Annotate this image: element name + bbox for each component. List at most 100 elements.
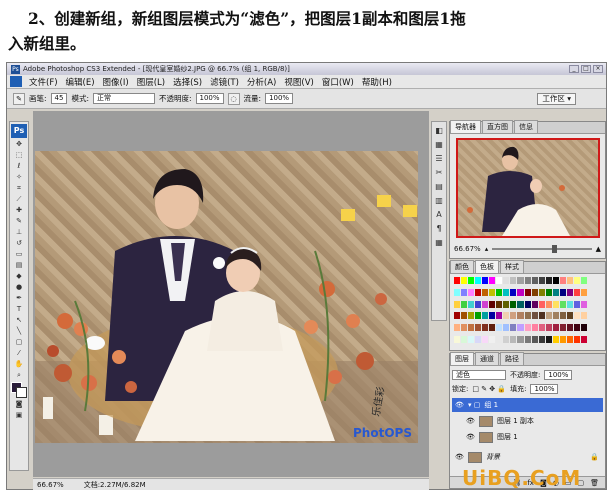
color-swatch[interactable] [566,288,573,296]
color-swatch[interactable] [552,336,559,344]
color-swatch[interactable] [475,312,482,320]
color-swatch[interactable] [454,288,461,296]
lasso-tool-icon[interactable]: ℓ [12,162,26,171]
healing-brush-icon[interactable]: ✚ [12,206,26,215]
color-swatch[interactable] [552,288,559,296]
color-swatch[interactable] [468,324,475,332]
minimize-button[interactable]: _ [569,65,579,73]
quickmask-icon[interactable]: ◙ [12,400,26,409]
color-swatch[interactable] [580,300,587,308]
color-swatch[interactable] [503,336,510,344]
color-swatch[interactable] [538,300,545,308]
color-swatch[interactable] [461,277,468,284]
marquee-tool-icon[interactable]: ⬚ [12,151,26,160]
menu-window[interactable]: 窗口(W) [318,76,358,88]
color-swatch[interactable] [510,336,517,344]
color-swatch[interactable] [524,324,531,332]
panel-icon-2[interactable]: ▦ [435,140,443,149]
color-swatch[interactable] [496,312,503,320]
crop-tool-icon[interactable]: ⌗ [12,184,26,193]
eye-icon[interactable]: 👁 [455,401,464,409]
color-swatch[interactable] [538,336,545,344]
panel-icon-1[interactable]: ◧ [435,126,443,135]
menu-help[interactable]: 帮助(H) [358,76,396,88]
color-swatch[interactable] [454,312,461,320]
type-tool-icon[interactable]: T [12,305,26,314]
color-swatch[interactable] [503,324,510,332]
color-swatch[interactable] [503,300,510,308]
tab-info[interactable]: 信息 [514,120,538,133]
color-swatch[interactable] [454,336,461,344]
color-swatch[interactable] [461,288,468,296]
zoom-slider-handle[interactable] [551,245,557,253]
trash-icon[interactable]: 🗑 [590,479,599,487]
color-swatch[interactable] [468,336,475,344]
color-swatch[interactable] [531,336,538,344]
eye-icon[interactable]: 👁 [466,417,475,425]
color-swatch[interactable] [531,277,538,284]
color-swatch[interactable] [482,312,489,320]
color-swatch[interactable] [517,324,524,332]
color-swatch[interactable] [503,312,510,320]
color-swatch[interactable] [454,300,461,308]
menu-file[interactable]: 文件(F) [25,76,62,88]
background-color[interactable] [16,387,27,398]
color-swatch[interactable] [573,277,580,284]
color-swatch[interactable] [510,288,517,296]
color-swatch[interactable] [475,324,482,332]
color-swatch[interactable] [566,324,573,332]
layer-row-copy[interactable]: 👁 图层 1 副本 [452,414,603,428]
color-swatch[interactable] [573,312,580,320]
color-swatch[interactable] [538,288,545,296]
color-swatch[interactable] [573,288,580,296]
color-swatch[interactable] [531,288,538,296]
color-swatch[interactable] [580,277,587,284]
color-swatch[interactable] [524,312,531,320]
panel-icon-6[interactable]: ▥ [435,196,443,205]
color-swatch[interactable] [489,324,496,332]
color-swatch[interactable] [496,324,503,332]
color-swatch[interactable] [580,336,587,344]
menu-image[interactable]: 图像(I) [99,76,133,88]
eye-icon[interactable]: 👁 [466,433,475,441]
zoom-in-icon[interactable]: ▲ [596,245,601,253]
close-button[interactable]: × [593,65,603,73]
zoom-tool-icon[interactable]: ⌕ [12,371,26,380]
panel-icon-9[interactable]: ▦ [435,238,443,247]
gradient-tool-icon[interactable]: ▤ [12,261,26,270]
slice-tool-icon[interactable]: ⟋ [12,195,26,204]
color-swatch[interactable] [559,336,566,344]
color-swatch[interactable] [482,324,489,332]
color-swatch[interactable] [545,277,552,284]
ps-menu-icon[interactable] [10,76,22,87]
color-swatch[interactable] [468,277,475,284]
color-swatch[interactable] [517,312,524,320]
color-swatch[interactable] [573,324,580,332]
color-swatch[interactable] [559,277,566,284]
color-swatch[interactable] [566,277,573,284]
color-swatch[interactable] [489,288,496,296]
color-swatch[interactable] [489,312,496,320]
color-swatch[interactable] [461,312,468,320]
color-swatch[interactable] [489,277,496,284]
color-swatch[interactable] [461,324,468,332]
brush-tool-icon-tb[interactable]: ✎ [12,217,26,226]
color-swatch[interactable] [489,336,496,344]
color-swatch[interactable] [538,277,545,284]
menu-select[interactable]: 选择(S) [169,76,206,88]
color-swatch[interactable] [468,300,475,308]
move-tool-icon[interactable]: ✥ [12,140,26,149]
tab-layers[interactable]: 图层 [450,352,474,365]
screen-mode-icon[interactable]: ▣ [12,411,26,420]
color-swatch[interactable] [566,336,573,344]
tab-paths[interactable]: 路径 [500,352,524,365]
color-swatch[interactable] [510,277,517,284]
color-swatch[interactable] [524,277,531,284]
history-brush-icon[interactable]: ↺ [12,239,26,248]
color-swatch[interactable] [496,288,503,296]
color-swatch[interactable] [559,288,566,296]
menu-layer[interactable]: 图层(L) [133,76,169,88]
color-swatch[interactable] [461,336,468,344]
path-select-icon[interactable]: ↖ [12,316,26,325]
eyedropper-icon[interactable]: ⁄ [12,349,26,358]
